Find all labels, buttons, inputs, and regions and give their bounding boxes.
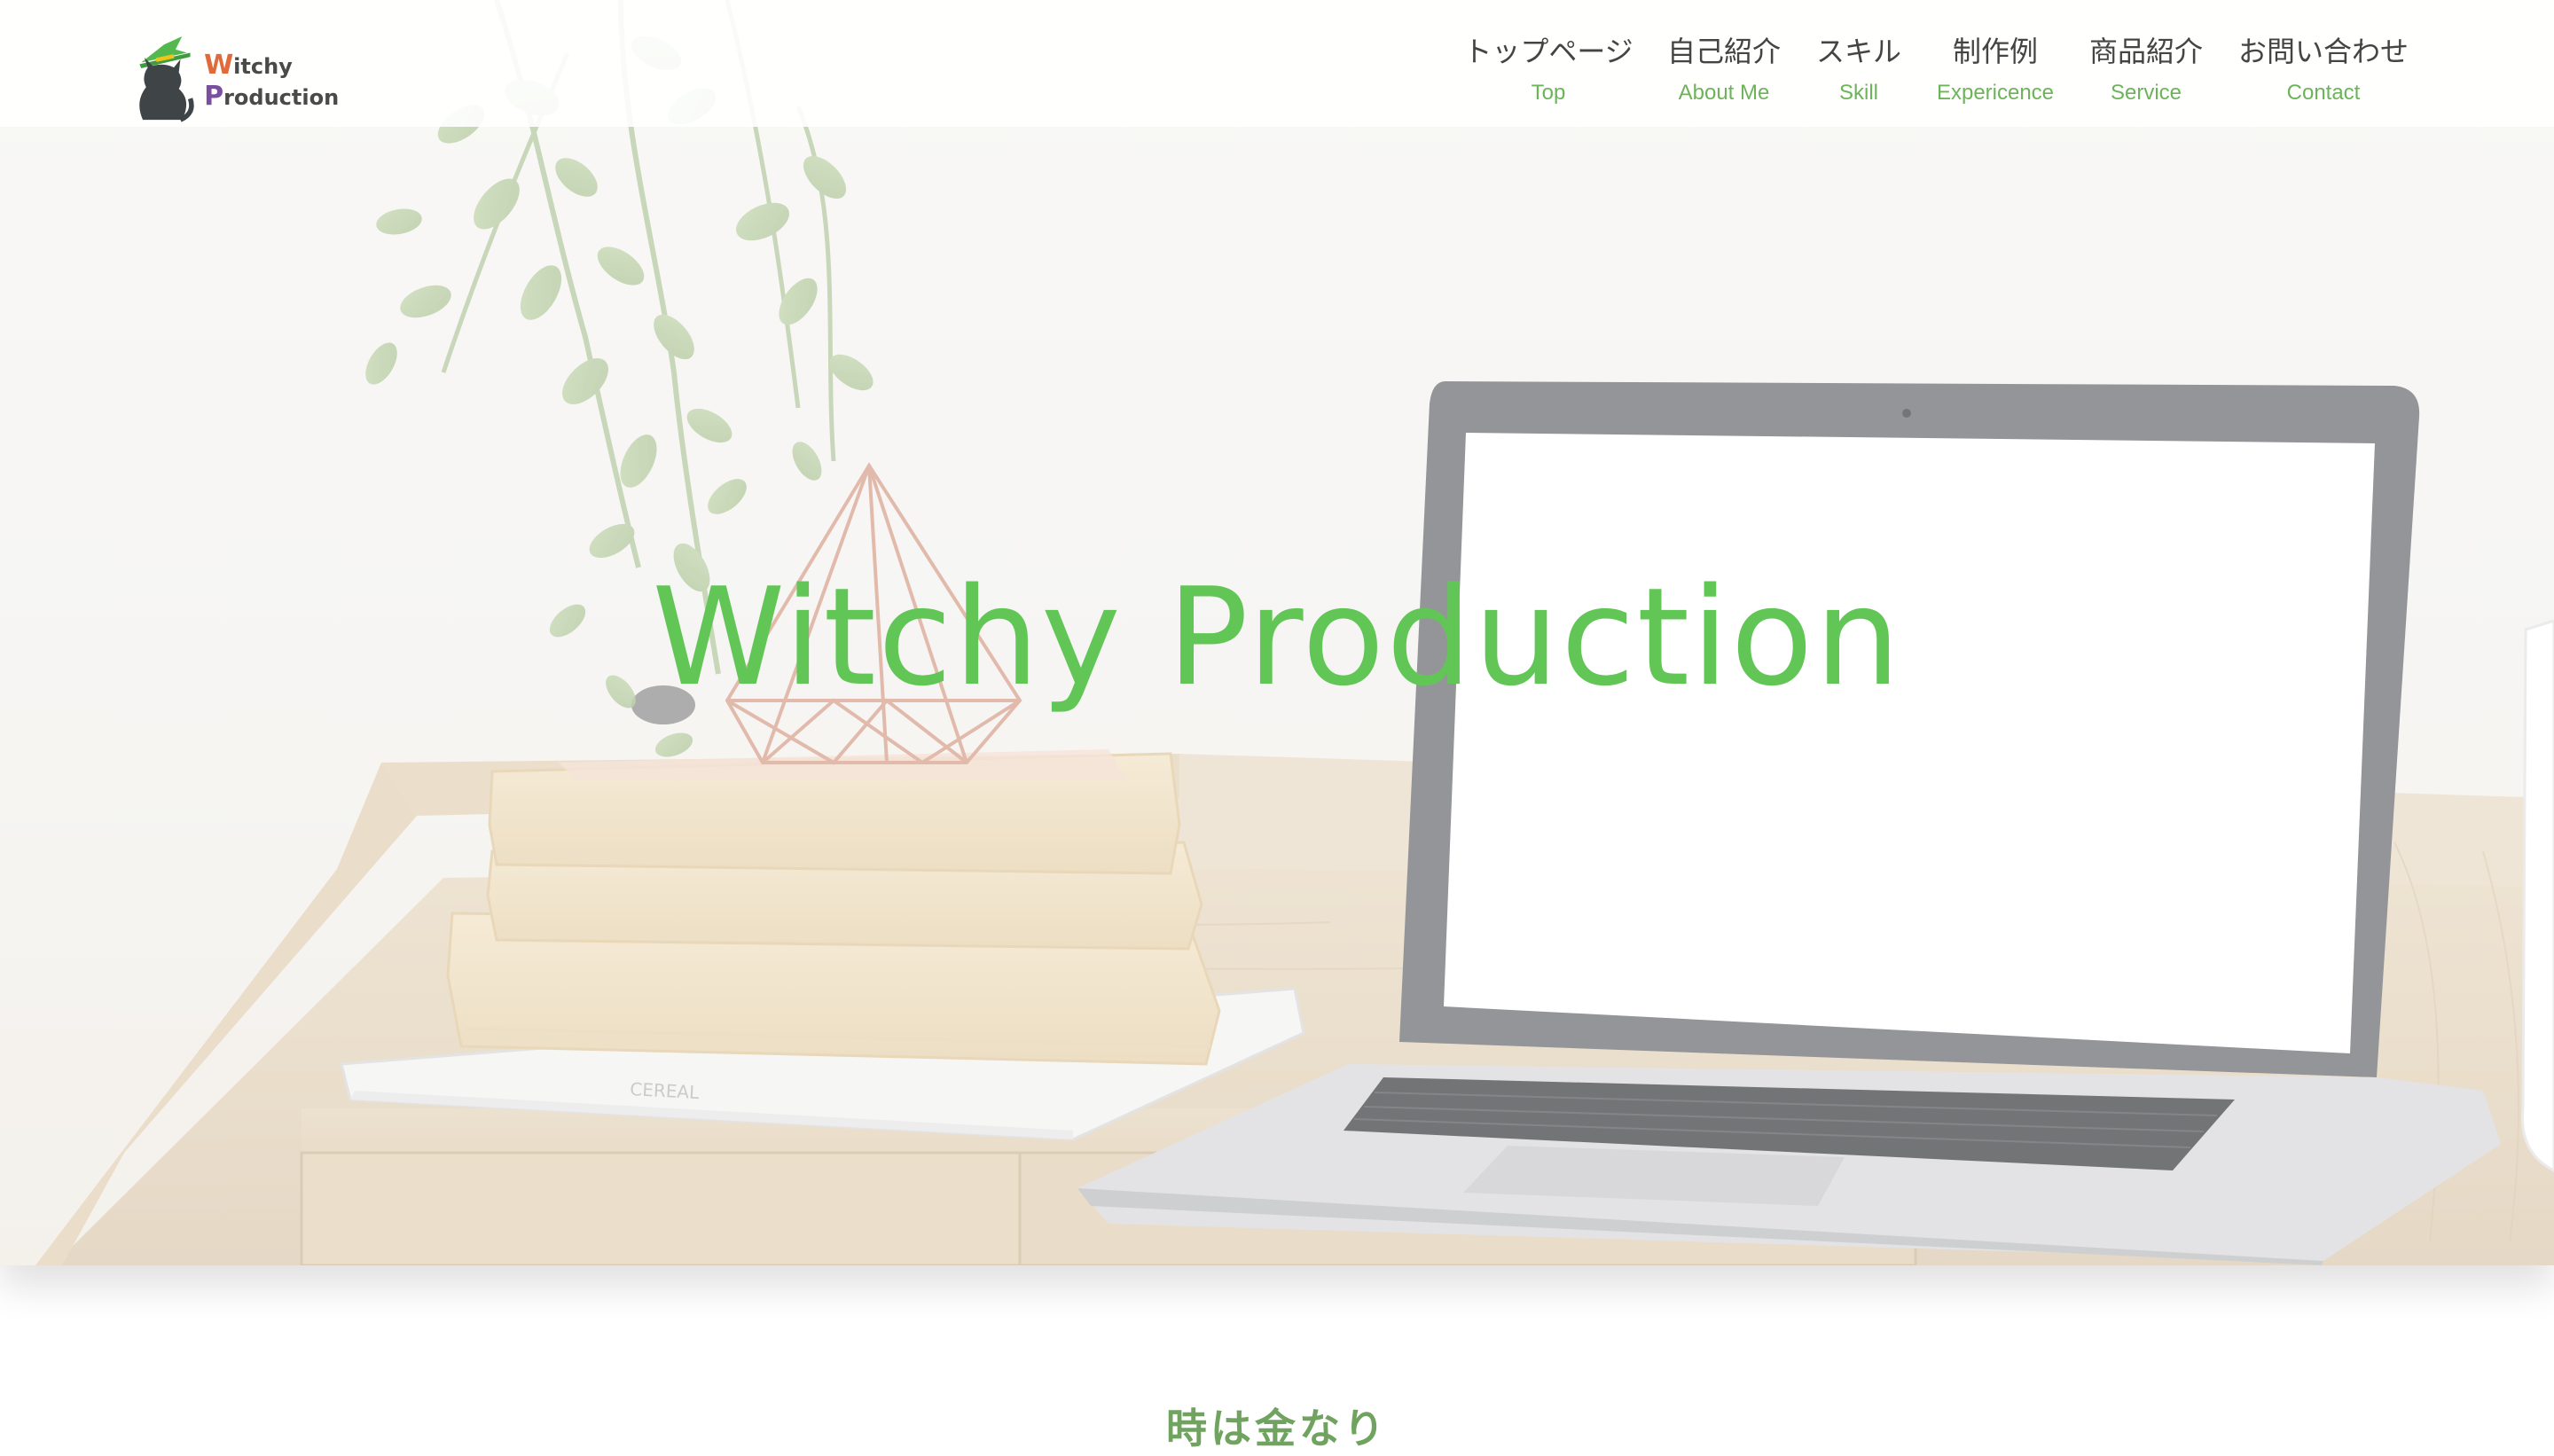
site-header: Witchy Production トップページ Top 自己紹介 About … — [0, 0, 2554, 127]
nav-item-experience-en: Expericence — [1936, 81, 2055, 105]
nav-item-contact-en: Contact — [2286, 81, 2361, 105]
nav-item-experience-jp: 制作例 — [1952, 35, 2039, 68]
nav-item-service-jp: 商品紹介 — [2088, 35, 2204, 68]
nav-item-skill-en: Skill — [1838, 81, 1879, 105]
nav-item-about[interactable]: 自己紹介 About Me — [1667, 32, 1781, 106]
nav-item-top[interactable]: トップページ Top — [1463, 32, 1633, 106]
hero-section: CEREAL Witchy Production — [0, 0, 2554, 1265]
section-heading: 時は金なり — [1166, 1405, 1388, 1452]
nav-item-service[interactable]: 商品紹介 Service — [2089, 32, 2203, 106]
hero-title: Witchy Production — [652, 559, 1902, 716]
nav-item-skill[interactable]: スキル Skill — [1816, 32, 1901, 106]
nav-item-experience[interactable]: 制作例 Expericence — [1937, 32, 2054, 106]
nav-item-skill-jp: スキル — [1815, 35, 1902, 68]
nav-item-contact[interactable]: お問い合わせ Contact — [2238, 32, 2409, 106]
nav-item-contact-jp: お問い合わせ — [2237, 35, 2409, 68]
nav-item-service-en: Service — [2110, 81, 2182, 105]
nav-item-top-jp: トップページ — [1463, 35, 1633, 68]
nav-item-about-en: About Me — [1678, 81, 1770, 105]
nav-item-about-jp: 自己紹介 — [1666, 35, 1782, 68]
nav-item-top-en: Top — [1531, 81, 1566, 105]
main-navigation: トップページ Top 自己紹介 About Me スキル Skill 制作例 E… — [0, 0, 2554, 127]
